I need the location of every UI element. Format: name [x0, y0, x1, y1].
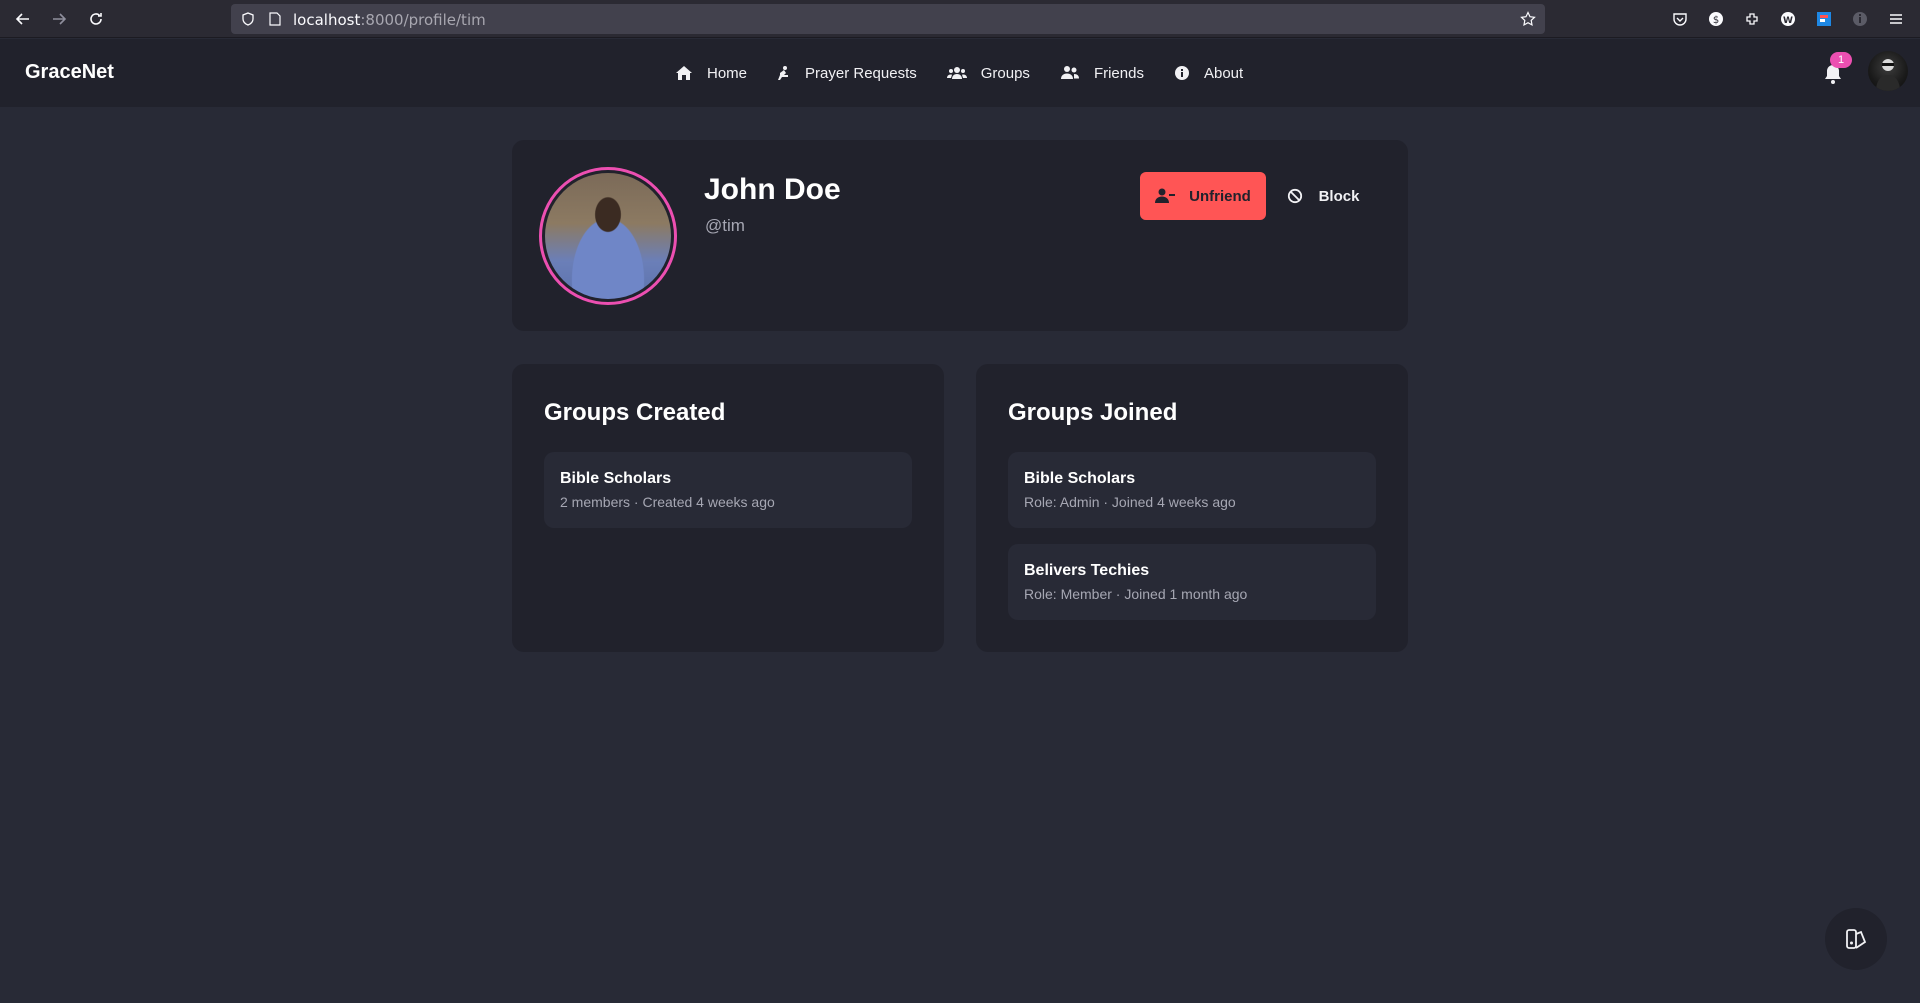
user-avatar[interactable] [1868, 51, 1908, 91]
groups-joined-title: Groups Joined [1008, 399, 1178, 426]
user-minus-icon [1155, 188, 1176, 203]
forward-icon[interactable] [47, 7, 71, 31]
info-extension-icon[interactable] [1850, 9, 1870, 29]
group-list-item[interactable]: Bible Scholars Role: Admin · Joined 4 we… [1008, 452, 1376, 528]
app-header: GraceNet Home Prayer Requests Groups Fri… [0, 39, 1920, 107]
nav-home[interactable]: Home [675, 61, 747, 85]
w-extension-icon[interactable]: W [1778, 9, 1798, 29]
shield-icon[interactable] [241, 12, 255, 26]
menu-icon[interactable] [1886, 9, 1906, 29]
group-name: Bible Scholars [1024, 470, 1136, 487]
page-icon [269, 12, 281, 26]
extensions-icon[interactable] [1742, 9, 1762, 29]
block-label: Block [1318, 187, 1360, 205]
info-icon [1174, 66, 1189, 80]
profile-avatar [539, 167, 677, 305]
group-list-item[interactable]: Bible Scholars 2 members · Created 4 wee… [544, 452, 912, 528]
flag-extension-icon[interactable] [1814, 9, 1834, 29]
groups-created-title: Groups Created [544, 399, 726, 426]
users-icon [946, 67, 967, 79]
reload-icon[interactable] [84, 7, 108, 31]
profile-handle: @tim [705, 216, 745, 235]
unfriend-button[interactable]: Unfriend [1140, 172, 1266, 220]
brand-logo[interactable]: GraceNet [25, 61, 114, 84]
svg-text:W: W [1783, 16, 1793, 26]
nav-prayer-requests-label: Prayer Requests [805, 64, 917, 82]
star-icon[interactable] [1520, 11, 1536, 27]
url-bar[interactable]: localhost:8000/profile/tim [231, 4, 1545, 34]
group-name: Bible Scholars [560, 470, 672, 487]
main-nav: Home Prayer Requests Groups Friends Abou… [675, 61, 1273, 85]
nav-about-label: About [1203, 64, 1244, 82]
nav-groups-label: Groups [980, 64, 1030, 82]
praying-icon [778, 66, 789, 80]
browser-toolbar: localhost:8000/profile/tim $ W [0, 0, 1920, 38]
group-name: Belivers Techies [1024, 562, 1150, 579]
group-list-item[interactable]: Belivers Techies Role: Member · Joined 1… [1008, 544, 1376, 620]
groups-joined-card: Groups Joined Bible Scholars Role: Admin… [976, 364, 1408, 652]
theme-toggle-button[interactable] [1825, 908, 1887, 970]
back-icon[interactable] [11, 7, 35, 31]
group-meta: Role: Member · Joined 1 month ago [1024, 586, 1248, 602]
nav-home-label: Home [707, 64, 748, 82]
nav-prayer-requests[interactable]: Prayer Requests [777, 61, 917, 85]
profile-name: John Doe [704, 173, 841, 206]
pocket-icon[interactable] [1670, 9, 1690, 29]
dollar-extension-icon[interactable]: $ [1706, 9, 1726, 29]
nav-groups[interactable]: Groups [946, 61, 1030, 85]
profile-card: John Doe @tim Unfriend Block [512, 140, 1408, 331]
nav-friends-label: Friends [1093, 64, 1144, 82]
profile-photo [545, 173, 671, 299]
ban-icon [1287, 188, 1302, 204]
home-icon [676, 66, 692, 80]
group-meta: Role: Admin · Joined 4 weeks ago [1024, 494, 1236, 510]
nav-friends[interactable]: Friends [1060, 61, 1144, 85]
notification-badge: 1 [1830, 52, 1852, 68]
group-meta: 2 members · Created 4 weeks ago [560, 494, 775, 510]
user-friends-icon [1060, 66, 1079, 79]
url-text[interactable]: localhost:8000/profile/tim [293, 11, 486, 29]
unfriend-label: Unfriend [1189, 187, 1251, 205]
groups-created-card: Groups Created Bible Scholars 2 members … [512, 364, 944, 652]
palette-icon [1846, 929, 1867, 949]
nav-about[interactable]: About [1174, 61, 1243, 85]
block-button[interactable]: Block [1274, 172, 1372, 220]
svg-text:$: $ [1713, 15, 1719, 26]
